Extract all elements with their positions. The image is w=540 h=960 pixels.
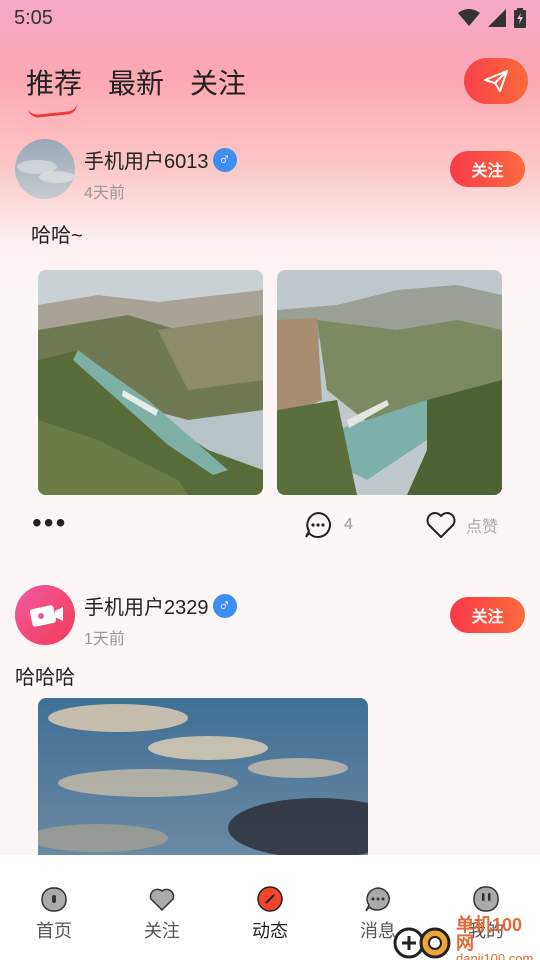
watermark-logo-icon xyxy=(393,927,451,959)
post-time: 4天前 xyxy=(84,185,125,202)
username[interactable]: 手机用户2329 ♂ xyxy=(84,591,237,620)
post-time: 1天前 xyxy=(84,631,125,648)
home-icon xyxy=(41,887,67,912)
status-bar: 5:05 xyxy=(0,0,540,36)
tab-following[interactable]: 关注 xyxy=(190,62,246,102)
male-gender-icon: ♂ xyxy=(212,147,237,172)
nav-label: 消息 xyxy=(360,921,396,941)
username[interactable]: 手机用户6013 ♂ xyxy=(84,145,237,174)
post-image[interactable] xyxy=(38,698,368,855)
like-label: 点赞 xyxy=(466,519,499,536)
nav-item-follow[interactable]: 关注 xyxy=(108,855,216,960)
dynamic-icon xyxy=(257,886,283,912)
message-icon xyxy=(365,887,390,912)
nav-label: 动态 xyxy=(252,921,288,941)
comment-button[interactable]: 4 xyxy=(304,511,353,539)
comment-count: 4 xyxy=(344,516,353,533)
paper-plane-icon xyxy=(484,70,508,92)
tab-recommend[interactable]: 推荐 xyxy=(26,62,82,102)
more-options-button[interactable]: ••• xyxy=(32,509,67,537)
post-card: 手机用户6013 ♂ 4天前 关注 哈哈~ ••• 4 点赞 xyxy=(0,139,540,538)
follow-button[interactable]: 关注 xyxy=(450,151,525,187)
feed-header: 推荐 最新 关注 xyxy=(0,52,540,112)
nav-label: 关注 xyxy=(144,921,180,941)
watermark-title: 单机100网 xyxy=(455,915,523,953)
watermark-url: danji100.com xyxy=(455,951,534,960)
comment-icon xyxy=(305,511,331,538)
post-image[interactable] xyxy=(38,270,263,495)
follow-button[interactable]: 关注 xyxy=(450,597,525,633)
username-text: 手机用户2329 xyxy=(84,597,209,619)
post-text: 哈哈哈 xyxy=(15,667,75,689)
nav-label: 首页 xyxy=(36,921,72,941)
send-post-button[interactable] xyxy=(464,58,528,104)
status-time: 5:05 xyxy=(14,6,53,29)
post-text: 哈哈~ xyxy=(31,225,83,247)
nav-item-dynamic[interactable]: 动态 xyxy=(216,855,324,960)
site-watermark: 单机100网 danji100.com xyxy=(392,916,540,960)
signal-icon xyxy=(488,9,506,27)
heart-icon xyxy=(149,888,175,911)
like-button[interactable]: 点赞 xyxy=(426,511,498,539)
profile-icon xyxy=(473,886,499,912)
heart-icon xyxy=(426,512,456,538)
wifi-icon xyxy=(458,9,480,26)
nav-item-home[interactable]: 首页 xyxy=(0,855,108,960)
male-gender-icon: ♂ xyxy=(212,593,237,618)
avatar[interactable] xyxy=(15,585,75,645)
status-icons xyxy=(458,8,526,28)
avatar[interactable] xyxy=(15,139,75,199)
username-text: 手机用户6013 xyxy=(84,151,209,173)
battery-icon xyxy=(514,8,526,28)
post-card: 手机用户2329 ♂ 1天前 关注 哈哈哈 xyxy=(0,585,540,855)
post-header: 手机用户6013 ♂ 4天前 关注 xyxy=(0,139,540,203)
tab-latest[interactable]: 最新 xyxy=(108,62,164,102)
post-image[interactable] xyxy=(277,270,502,495)
post-actions: ••• 4 点赞 xyxy=(0,509,540,541)
post-header: 手机用户2329 ♂ 1天前 关注 xyxy=(0,585,540,649)
